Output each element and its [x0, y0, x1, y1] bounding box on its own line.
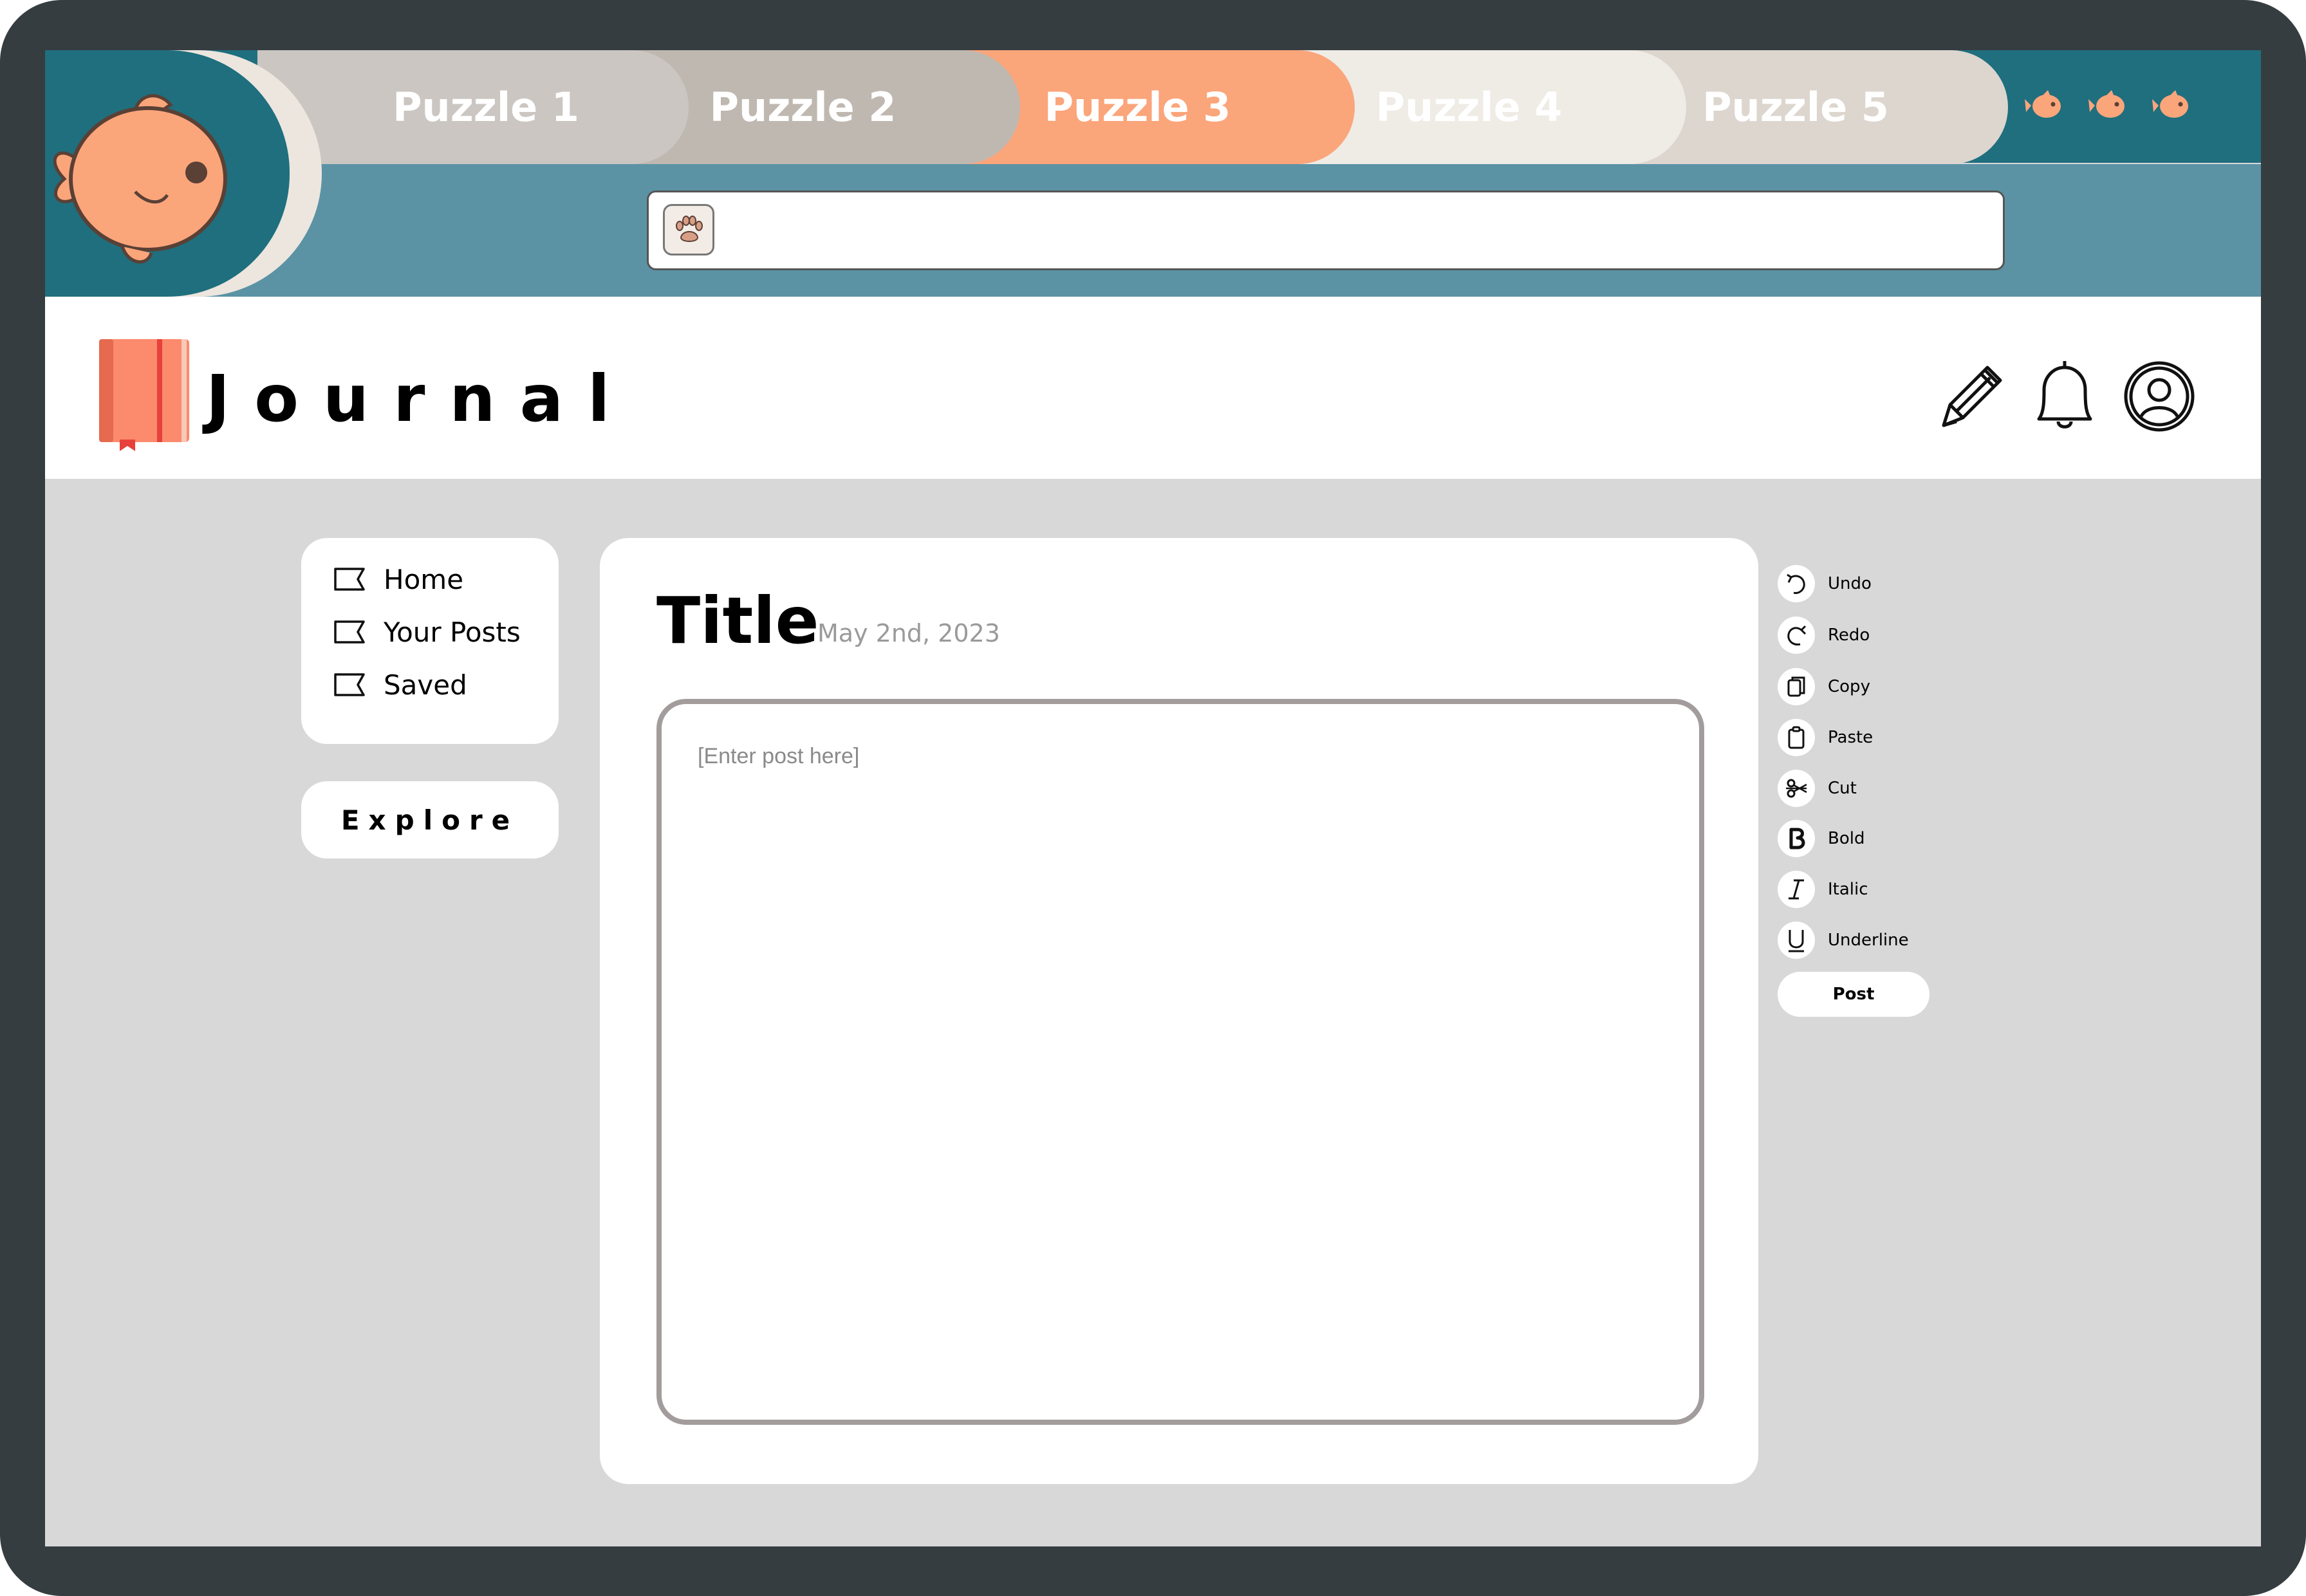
paste-button[interactable]: Paste [1778, 718, 1873, 757]
redo-button[interactable]: Redo [1778, 615, 1870, 655]
redo-icon [1778, 617, 1815, 654]
tool-label: Bold [1828, 829, 1865, 848]
undo-icon [1778, 565, 1815, 602]
bold-icon [1778, 820, 1815, 857]
device-frame: Puzzle 5 Puzzle 4 Puzzle 3 Puzzle 2 Puzz… [0, 0, 2306, 1596]
tab-label: Puzzle 2 [709, 84, 897, 131]
logo-badge [45, 50, 290, 297]
bold-button[interactable]: Bold [1778, 819, 1864, 858]
fish-logo-icon [53, 94, 227, 264]
fish-icon[interactable] [2025, 89, 2065, 122]
tool-label: Redo [1828, 626, 1870, 645]
tab-label: Puzzle 3 [1044, 84, 1231, 131]
tool-label: Copy [1828, 677, 1870, 696]
scissors-icon [1778, 770, 1815, 807]
address-input[interactable] [647, 190, 2005, 270]
tool-label: Italic [1828, 880, 1868, 899]
tool-label: Paste [1828, 728, 1874, 747]
post-date: May 2nd, 2023 [817, 619, 1000, 647]
tool-label: Cut [1828, 779, 1857, 798]
post-title[interactable]: Title [656, 583, 819, 658]
app-title: Journal [206, 361, 635, 436]
app-header: Journal [45, 297, 2261, 479]
profile-icon[interactable] [2121, 355, 2198, 438]
italic-button[interactable]: Italic [1778, 869, 1868, 909]
copy-icon [1778, 668, 1815, 705]
nav-item-home[interactable]: Home [333, 560, 463, 598]
undo-button[interactable]: Undo [1778, 564, 1872, 604]
fish-icon[interactable] [2088, 89, 2128, 122]
paw-icon [676, 216, 703, 242]
editor-card: Title May 2nd, 2023 [Enter post here] [600, 538, 1758, 1484]
post-body-input[interactable]: [Enter post here] [656, 699, 1704, 1425]
paw-button[interactable] [663, 204, 714, 255]
nav-item-saved[interactable]: Saved [333, 665, 467, 704]
fish-icon[interactable] [2152, 89, 2192, 122]
nav-item-your-posts[interactable]: Your Posts [333, 613, 521, 651]
paste-icon [1778, 719, 1815, 756]
pencil-icon[interactable] [1931, 355, 2008, 438]
tab-puzzle-1[interactable]: Puzzle 1 [257, 50, 689, 164]
tool-label: Underline [1828, 931, 1909, 950]
book-icon [99, 339, 189, 451]
post-button[interactable]: Post [1778, 972, 1929, 1017]
underline-icon [1778, 922, 1815, 959]
explore-button[interactable]: Explore [301, 781, 559, 858]
bell-icon[interactable] [2026, 355, 2103, 438]
tab-label: Puzzle 5 [1702, 84, 1889, 131]
italic-icon [1778, 871, 1815, 908]
nav-item-label: Saved [384, 669, 467, 701]
copy-button[interactable]: Copy [1778, 667, 1870, 707]
tab-label: Puzzle 4 [1375, 84, 1563, 131]
underline-button[interactable]: Underline [1778, 920, 1909, 960]
nav-item-label: Your Posts [384, 616, 521, 648]
tag-icon [334, 620, 365, 644]
tag-icon [334, 568, 365, 591]
cut-button[interactable]: Cut [1778, 768, 1857, 808]
tool-label: Undo [1828, 574, 1872, 593]
browser-window: Puzzle 5 Puzzle 4 Puzzle 3 Puzzle 2 Puzz… [45, 50, 2261, 1546]
tab-label: Puzzle 1 [393, 84, 579, 131]
tag-icon [334, 673, 365, 696]
nav-item-label: Home [384, 563, 464, 595]
side-nav: Home Your Posts Saved [301, 538, 559, 744]
